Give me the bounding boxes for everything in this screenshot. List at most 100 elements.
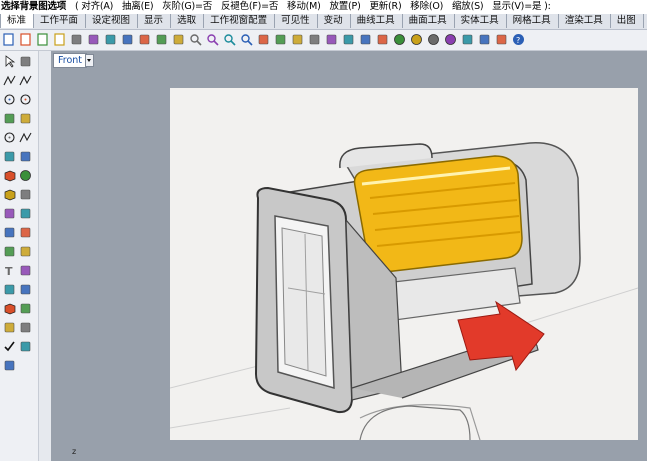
array-icon[interactable] bbox=[3, 283, 16, 296]
background-sketch-image bbox=[169, 88, 639, 441]
tab-set-view[interactable]: 设定视图 bbox=[86, 14, 139, 28]
tab-surface-tools[interactable]: 曲面工具 bbox=[403, 14, 455, 28]
circle-icon[interactable] bbox=[3, 93, 16, 106]
tab-drafting[interactable]: 出图 bbox=[611, 14, 644, 28]
rotate-view-icon[interactable] bbox=[172, 33, 185, 46]
zoom-window-icon[interactable] bbox=[206, 33, 219, 46]
tab-select[interactable]: 选取 bbox=[171, 14, 205, 28]
cylinder-solid-icon[interactable] bbox=[3, 188, 16, 201]
print-icon[interactable] bbox=[53, 33, 66, 46]
tab-cplanes[interactable]: 工作平面 bbox=[34, 14, 87, 28]
pan-icon[interactable] bbox=[155, 33, 168, 46]
explode-icon[interactable] bbox=[19, 207, 32, 220]
tab-visibility[interactable]: 可见性 bbox=[275, 14, 318, 28]
cmd-option-move[interactable]: 移动(M) bbox=[287, 1, 321, 12]
undo-icon[interactable] bbox=[138, 33, 151, 46]
new-file-icon[interactable] bbox=[2, 33, 15, 46]
save-icon[interactable] bbox=[36, 33, 49, 46]
toolbar-tabs: 标准 工作平面 设定视图 显示 选取 工作视窗配置 可见性 变动 曲线工具 曲面工具 实体工具 网格工… bbox=[0, 14, 647, 30]
cmd-option-align[interactable]: ( 对齐(A) bbox=[75, 1, 113, 12]
check-icon[interactable] bbox=[3, 340, 16, 353]
tab-standard[interactable]: 标准 bbox=[0, 14, 35, 28]
mesh-icon[interactable] bbox=[3, 302, 16, 315]
analyze-icon[interactable] bbox=[19, 340, 32, 353]
car-icon[interactable] bbox=[291, 33, 304, 46]
rectangle-icon[interactable] bbox=[3, 112, 16, 125]
material-sphere-icon[interactable] bbox=[427, 33, 440, 46]
view-undo-icon[interactable] bbox=[257, 33, 270, 46]
sphere-solid-icon[interactable] bbox=[19, 169, 32, 182]
arc-icon[interactable] bbox=[19, 93, 32, 106]
text-icon[interactable]: T bbox=[3, 264, 16, 277]
command-prompt: 选择背景图选项 bbox=[1, 1, 67, 12]
paste-icon[interactable] bbox=[121, 33, 134, 46]
surface-icon[interactable] bbox=[19, 150, 32, 163]
magic-wand-icon[interactable] bbox=[461, 33, 474, 46]
snap-icon[interactable] bbox=[308, 33, 321, 46]
point-icon[interactable] bbox=[19, 55, 32, 68]
left-toolbar-gutter bbox=[38, 51, 52, 461]
offset-icon[interactable] bbox=[3, 150, 16, 163]
layer-icon[interactable] bbox=[376, 33, 389, 46]
options-icon[interactable] bbox=[478, 33, 491, 46]
standard-toolbar: ? bbox=[0, 30, 647, 51]
cmd-option-show[interactable]: 显示(V)=是 ): bbox=[492, 1, 551, 12]
lightbulb-icon[interactable] bbox=[342, 33, 355, 46]
align-icon[interactable] bbox=[19, 321, 32, 334]
cmd-option-remove[interactable]: 移除(O) bbox=[410, 1, 443, 12]
help-icon[interactable]: ? bbox=[512, 33, 525, 46]
cut-icon[interactable] bbox=[87, 33, 100, 46]
cmd-option-update[interactable]: 更新(R) bbox=[369, 1, 401, 12]
open-file-icon[interactable] bbox=[19, 33, 32, 46]
import-icon[interactable] bbox=[70, 33, 83, 46]
tab-curve-tools[interactable]: 曲线工具 bbox=[351, 14, 403, 28]
select-arrow-icon[interactable] bbox=[3, 55, 16, 68]
color-wheel-icon[interactable] bbox=[393, 33, 406, 46]
tab-render-tools[interactable]: 渲染工具 bbox=[559, 14, 611, 28]
render-sphere-icon[interactable] bbox=[410, 33, 423, 46]
point-grid-icon[interactable] bbox=[3, 321, 16, 334]
product-sketch-drawing bbox=[169, 142, 639, 441]
svg-text:?: ? bbox=[516, 36, 520, 45]
ellipse-icon[interactable] bbox=[3, 131, 16, 144]
tab-solid-tools[interactable]: 实体工具 bbox=[455, 14, 507, 28]
cmd-option-scale[interactable]: 缩放(S) bbox=[452, 1, 484, 12]
viewport-menu-dropdown[interactable] bbox=[85, 54, 94, 67]
lock-icon[interactable] bbox=[359, 33, 372, 46]
front-viewport[interactable]: Front z bbox=[51, 51, 647, 461]
cmd-option-place[interactable]: 放置(P) bbox=[329, 1, 360, 12]
scale-icon[interactable] bbox=[19, 302, 32, 315]
cmd-option-extract[interactable]: 抽离(E) bbox=[122, 1, 154, 12]
fillet-curve-icon[interactable] bbox=[19, 131, 32, 144]
zoom-selected-icon[interactable] bbox=[240, 33, 253, 46]
cmd-option-fade[interactable]: 反褪色(F)=否 bbox=[221, 1, 278, 12]
box-solid-icon[interactable] bbox=[3, 169, 16, 182]
polygon-icon[interactable] bbox=[19, 112, 32, 125]
curve-icon[interactable] bbox=[19, 74, 32, 87]
axis-label-z: z bbox=[72, 447, 77, 456]
zoom-icon[interactable] bbox=[189, 33, 202, 46]
grid-icon[interactable] bbox=[325, 33, 338, 46]
dimension-icon[interactable] bbox=[19, 264, 32, 277]
split-icon[interactable] bbox=[3, 245, 16, 258]
tab-display[interactable]: 显示 bbox=[138, 14, 172, 28]
polyline-icon[interactable] bbox=[3, 74, 16, 87]
boolean-icon[interactable] bbox=[3, 207, 16, 220]
copy-icon[interactable] bbox=[104, 33, 117, 46]
fillet-edge-icon[interactable] bbox=[19, 245, 32, 258]
environment-sphere-icon[interactable] bbox=[444, 33, 457, 46]
cmd-option-grayscale[interactable]: 灰阶(G)=否 bbox=[162, 1, 212, 12]
tab-viewport-layout[interactable]: 工作视窗配置 bbox=[204, 14, 276, 28]
viewport-title-tab[interactable]: Front bbox=[53, 53, 88, 68]
extrude-icon[interactable] bbox=[19, 188, 32, 201]
join-icon[interactable] bbox=[3, 226, 16, 239]
tab-mesh-tools[interactable]: 网格工具 bbox=[507, 14, 559, 28]
tab-transform[interactable]: 变动 bbox=[318, 14, 351, 28]
paint-icon[interactable] bbox=[3, 359, 16, 372]
trim-icon[interactable] bbox=[19, 226, 32, 239]
zoom-extents-icon[interactable] bbox=[223, 33, 236, 46]
mirror-icon[interactable] bbox=[19, 283, 32, 296]
left-toolbar: T bbox=[0, 51, 38, 461]
plugin-icon[interactable] bbox=[495, 33, 508, 46]
four-viewports-icon[interactable] bbox=[274, 33, 287, 46]
